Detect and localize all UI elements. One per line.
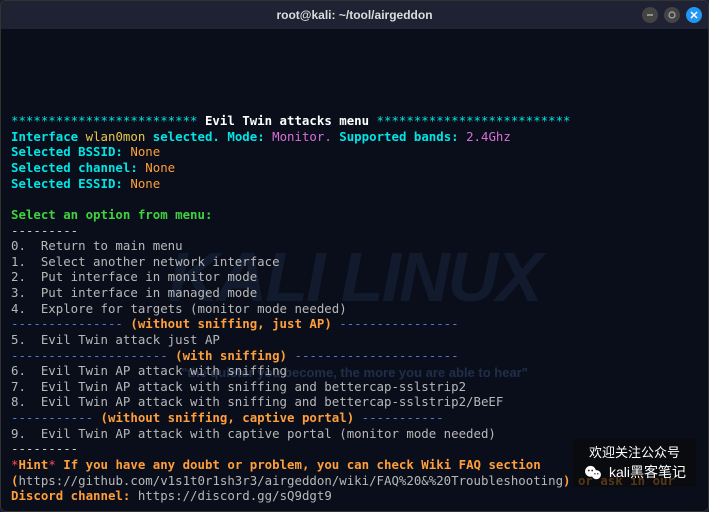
menu-item-2[interactable]: 2. Put interface in monitor mode bbox=[11, 269, 257, 284]
menu-item-0[interactable]: 0. Return to main menu bbox=[11, 238, 183, 253]
bssid-value: None bbox=[130, 144, 160, 159]
hint-url-wiki[interactable]: https://github.com/v1s1t0r1sh3r3/airgedd… bbox=[18, 473, 563, 488]
hint-label: Hint bbox=[18, 457, 48, 472]
section-captive: (without sniffing, captive portal) bbox=[101, 410, 355, 425]
iface-value: wlan0mon bbox=[86, 129, 146, 144]
bssid-label: Selected BSSID: bbox=[11, 144, 130, 159]
terminal-body[interactable]: KALI LINUX "the quieter you become, the … bbox=[1, 29, 708, 511]
menu-prompt: Select an option from menu: bbox=[11, 207, 212, 222]
menu-header: Evil Twin attacks menu bbox=[198, 113, 377, 128]
window-title: root@kali: ~/tool/airgeddon bbox=[276, 8, 432, 22]
mode-value: Monitor. bbox=[272, 129, 339, 144]
promo-line2: kali黑客笔记 bbox=[609, 464, 686, 482]
minimize-button[interactable] bbox=[642, 7, 658, 23]
section-sniff: (with sniffing) bbox=[175, 348, 287, 363]
separator-line: --------- bbox=[11, 223, 78, 238]
bands-value: 2.4Ghz bbox=[466, 129, 511, 144]
close-button[interactable] bbox=[686, 7, 702, 23]
section-no-sniff: (without sniffing, just AP) bbox=[130, 316, 331, 331]
essid-label: Selected ESSID: bbox=[11, 176, 130, 191]
promo-overlay: 欢迎关注公众号 kali黑客笔记 bbox=[573, 439, 696, 487]
promo-line1: 欢迎关注公众号 bbox=[589, 445, 680, 461]
menu-item-1[interactable]: 1. Select another network interface bbox=[11, 254, 280, 269]
window-controls bbox=[642, 7, 702, 23]
channel-value: None bbox=[145, 160, 175, 175]
menu-item-9[interactable]: 9. Evil Twin AP attack with captive port… bbox=[11, 426, 496, 441]
essid-value: None bbox=[130, 176, 160, 191]
hint-url-discord[interactable]: https://discord.gg/sQ9dgt9 bbox=[138, 488, 332, 503]
menu-item-5[interactable]: 5. Evil Twin attack just AP bbox=[11, 332, 220, 347]
menu-item-7[interactable]: 7. Evil Twin AP attack with sniffing and… bbox=[11, 379, 466, 394]
wechat-icon bbox=[583, 463, 603, 483]
separator-line: --------- bbox=[11, 441, 78, 456]
menu-item-3[interactable]: 3. Put interface in managed mode bbox=[11, 285, 257, 300]
menu-item-4[interactable]: 4. Explore for targets (monitor mode nee… bbox=[11, 301, 347, 316]
maximize-button[interactable] bbox=[664, 7, 680, 23]
iface-label: Interface bbox=[11, 129, 86, 144]
titlebar[interactable]: root@kali: ~/tool/airgeddon bbox=[1, 1, 708, 29]
menu-item-8[interactable]: 8. Evil Twin AP attack with sniffing and… bbox=[11, 394, 503, 409]
terminal-window: root@kali: ~/tool/airgeddon KALI LINUX "… bbox=[0, 0, 709, 512]
menu-item-6[interactable]: 6. Evil Twin AP attack with sniffing bbox=[11, 363, 287, 378]
channel-label: Selected channel: bbox=[11, 160, 145, 175]
